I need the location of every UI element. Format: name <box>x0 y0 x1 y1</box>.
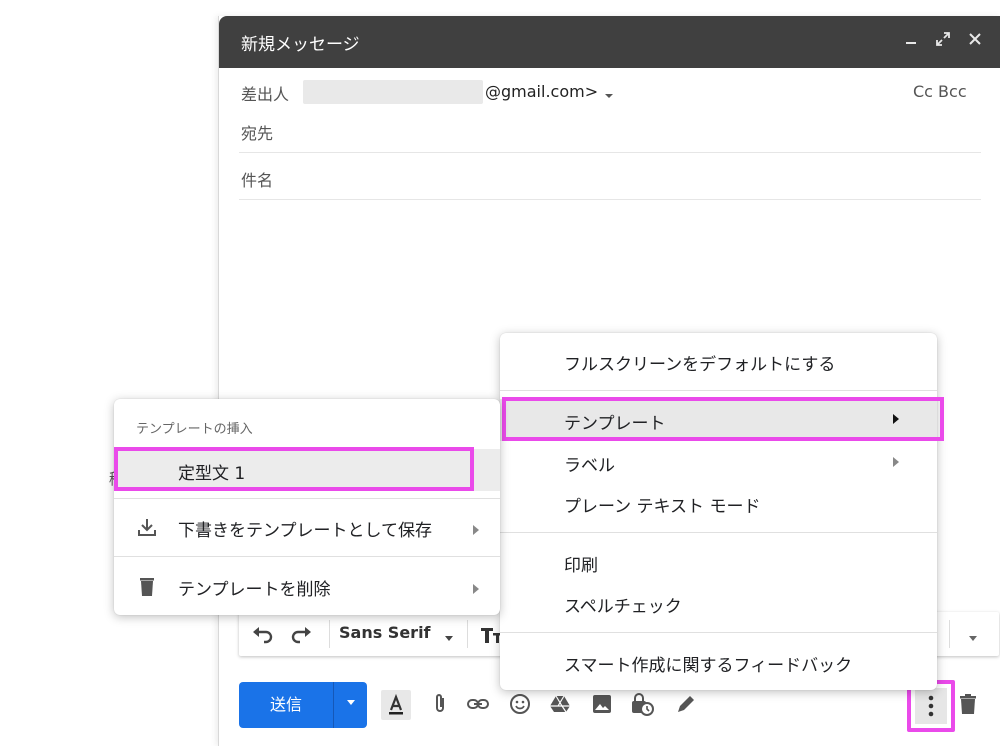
send-button-group: 送信 <box>239 682 367 728</box>
download-icon <box>136 516 158 542</box>
paperclip-icon[interactable] <box>427 692 453 718</box>
submenu-arrow-icon <box>472 580 480 599</box>
pen-icon[interactable] <box>673 692 699 718</box>
minimize-icon[interactable] <box>903 31 919 51</box>
font-dropdown-icon[interactable] <box>443 629 455 648</box>
toolbar-divider <box>329 620 330 648</box>
subject-divider <box>239 199 981 200</box>
save-draft-as-template[interactable]: 下書きをテンプレートとして保存 <box>178 516 432 541</box>
trash-icon[interactable] <box>955 692 981 718</box>
more-options-button[interactable] <box>915 688 947 724</box>
chevron-down-icon[interactable] <box>603 86 615 105</box>
templates-submenu: テンプレートの挿入 定型文 1 下書きをテンプレートとして保存 テンプレートを削… <box>114 399 500 615</box>
compose-title: 新規メッセージ <box>241 35 360 55</box>
redo-icon[interactable] <box>291 624 313 648</box>
menu-item-labels[interactable]: ラベル <box>564 451 615 476</box>
page: { "compose": { "title": "新規メッセージ", "wind… <box>0 0 1000 746</box>
compose-titlebar[interactable]: 新規メッセージ <box>219 16 1000 68</box>
menu-item-smart-compose-feedback[interactable]: スマート作成に関するフィードバック <box>564 651 852 676</box>
subject-input[interactable] <box>285 161 975 195</box>
sender-name-redacted <box>303 80 483 104</box>
menu-divider <box>500 532 937 533</box>
submenu-arrow-icon <box>472 521 480 540</box>
trash-icon <box>136 575 158 601</box>
emoji-icon[interactable] <box>507 692 533 718</box>
to-input[interactable] <box>285 114 975 148</box>
more-formatting-icon[interactable] <box>967 629 979 648</box>
subject-label: 件名 <box>241 171 274 190</box>
expand-icon[interactable] <box>935 31 951 51</box>
more-options-menu: フルスクリーンをデフォルトにする テンプレート ラベル プレーン テキスト モー… <box>500 333 944 690</box>
photo-icon[interactable] <box>589 692 615 718</box>
to-label: 宛先 <box>241 124 274 143</box>
menu-divider <box>114 556 500 557</box>
drive-icon[interactable] <box>547 692 573 718</box>
template-item-highlight <box>114 447 474 491</box>
font-select[interactable]: Sans Serif <box>339 623 431 642</box>
cc-bcc-link[interactable]: Cc Bcc <box>913 82 967 101</box>
dropdown-arrow-icon[interactable] <box>334 682 367 728</box>
templates-highlight <box>502 397 944 441</box>
submenu-arrow-icon <box>892 456 900 471</box>
sender-address[interactable]: @gmail.com> <box>485 82 598 101</box>
delete-template[interactable]: テンプレートを削除 <box>178 575 331 600</box>
toolbar-divider <box>949 620 950 648</box>
link-icon[interactable] <box>465 692 491 718</box>
text-color-icon[interactable] <box>381 690 411 720</box>
menu-item-spellcheck[interactable]: スペルチェック <box>564 592 682 617</box>
from-label: 差出人 <box>241 85 290 104</box>
confidential-icon[interactable] <box>629 692 655 718</box>
more-vert-icon <box>923 694 939 722</box>
to-divider <box>239 152 981 153</box>
send-button[interactable]: 送信 <box>239 682 333 728</box>
close-icon[interactable] <box>967 31 983 51</box>
menu-item-fullscreen-default[interactable]: フルスクリーンをデフォルトにする <box>564 350 835 375</box>
menu-divider <box>114 498 500 499</box>
templates-submenu-header: テンプレートの挿入 <box>136 422 253 437</box>
menu-item-plain-text[interactable]: プレーン テキスト モード <box>564 492 760 517</box>
toolbar-divider <box>467 620 468 648</box>
undo-icon[interactable] <box>251 624 273 648</box>
menu-divider <box>500 390 937 391</box>
menu-divider <box>500 632 937 633</box>
menu-item-print[interactable]: 印刷 <box>564 551 598 576</box>
